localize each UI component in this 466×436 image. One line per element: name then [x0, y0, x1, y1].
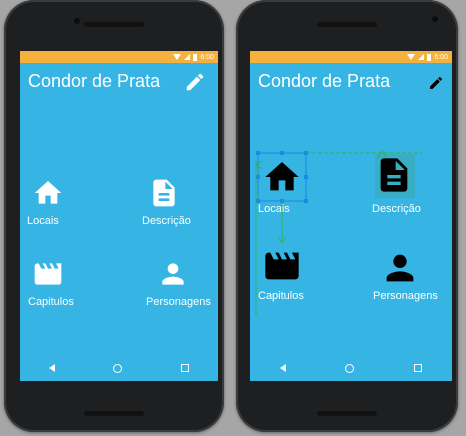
capitulos-label: Capitulos: [258, 290, 304, 302]
descricao-tile[interactable]: Descrição: [142, 177, 208, 227]
status-time: 6:00: [434, 53, 448, 61]
front-camera: [74, 18, 80, 24]
nav-bar: [20, 355, 218, 381]
resize-handle[interactable]: [256, 151, 260, 155]
back-icon[interactable]: [279, 364, 286, 372]
resize-handle[interactable]: [304, 151, 308, 155]
document-icon: [153, 179, 175, 207]
signal-icon: [418, 54, 425, 60]
phone-right: 6:00 Condor de Prata Locais Descrição Ca…: [236, 0, 458, 432]
app-title: Condor de Prata: [28, 71, 161, 91]
person-icon: [162, 263, 184, 285]
status-bar: 6:00: [20, 51, 218, 63]
personagens-tile[interactable]: Personagens: [146, 258, 217, 308]
descricao-label: Descrição: [372, 203, 421, 215]
document-icon: [380, 158, 408, 192]
personagens-tile[interactable]: Personagens: [373, 248, 440, 302]
wifi-icon: [407, 54, 416, 60]
resize-handle[interactable]: [256, 175, 260, 179]
phone-left: 6:00 Condor de Prata Locais Descrição Ca…: [4, 0, 224, 432]
top-speaker: [84, 22, 144, 27]
app-bar: Condor de Prata: [20, 63, 218, 101]
app-screen-editor: 6:00 Condor de Prata Locais Descrição Ca…: [250, 51, 452, 381]
app-title: Condor de Prata: [258, 71, 391, 91]
nav-bar: [250, 355, 452, 381]
home-circle-icon[interactable]: [345, 363, 355, 373]
descricao-tile[interactable]: Descrição: [372, 153, 434, 215]
personagens-label: Personagens: [146, 296, 211, 308]
person-icon: [386, 254, 414, 282]
home-circle-icon[interactable]: [113, 363, 123, 373]
bottom-speaker: [84, 411, 144, 416]
locais-label: Locais: [27, 215, 59, 227]
capitulos-tile[interactable]: Capitulos: [28, 258, 74, 308]
capitulos-tile[interactable]: Capitulos: [258, 246, 304, 302]
constraint-arrow-icon: [277, 236, 287, 244]
recents-icon[interactable]: [414, 364, 423, 372]
recents-icon[interactable]: [180, 364, 189, 372]
locais-tile[interactable]: Locais: [258, 157, 306, 215]
battery-icon: [427, 53, 432, 61]
app-screen: 6:00 Condor de Prata Locais Descrição Ca…: [20, 51, 218, 381]
edit-pencil-icon[interactable]: [428, 75, 444, 91]
top-speaker: [317, 22, 377, 27]
signal-icon: [184, 54, 191, 60]
locais-tile[interactable]: Locais: [27, 177, 72, 227]
bottom-speaker: [317, 411, 377, 416]
battery-icon: [193, 53, 198, 61]
home-icon: [34, 181, 62, 204]
app-bar: Condor de Prata: [250, 63, 452, 101]
clapperboard-icon: [265, 252, 299, 280]
descricao-label: Descrição: [142, 215, 191, 227]
front-camera: [432, 16, 438, 22]
status-bar: 6:00: [250, 51, 452, 63]
wifi-icon: [173, 54, 182, 60]
edit-pencil-icon[interactable]: [184, 71, 206, 93]
home-icon: [265, 162, 299, 191]
personagens-label: Personagens: [373, 290, 438, 302]
locais-label: Locais: [258, 203, 290, 215]
back-icon[interactable]: [49, 364, 56, 372]
status-time: 6:00: [200, 53, 214, 61]
capitulos-label: Capitulos: [28, 296, 74, 308]
resize-handle[interactable]: [280, 151, 284, 155]
clapperboard-icon: [34, 263, 62, 285]
